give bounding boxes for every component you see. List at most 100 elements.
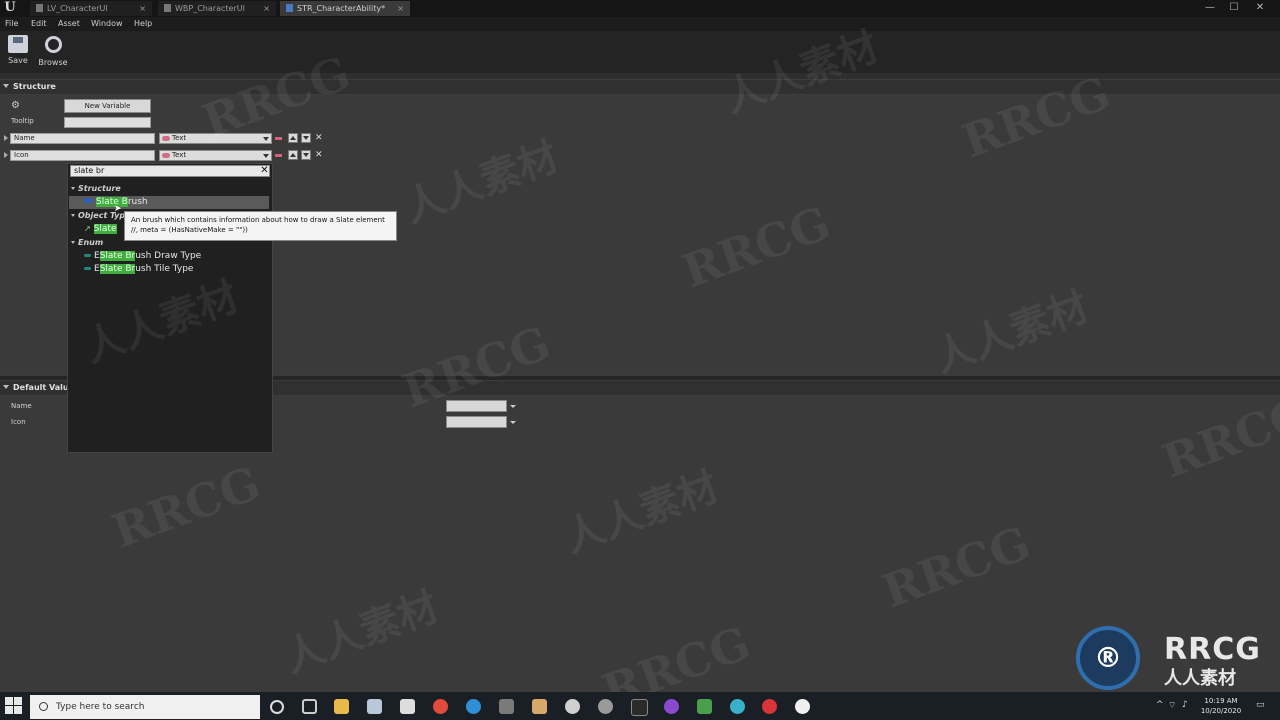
- tab-close-icon[interactable]: ×: [263, 1, 270, 16]
- category-label: Structure: [78, 184, 121, 193]
- list-item-slate-brush[interactable]: Slate Brush: [69, 196, 269, 209]
- text-type-pin-icon: [162, 136, 170, 141]
- list-item-eslate-brush-draw-type[interactable]: ESlate Brush Draw Type: [84, 251, 201, 261]
- move-down-button[interactable]: [301, 133, 311, 143]
- move-up-button[interactable]: [288, 133, 298, 143]
- tab-wbp-characterui[interactable]: WBP_CharacterUI ×: [158, 1, 276, 16]
- list-item-slate-object[interactable]: ↗ Slate: [84, 224, 117, 234]
- tray-chevron-icon[interactable]: ^: [1156, 700, 1164, 710]
- app-icon[interactable]: [664, 699, 679, 714]
- menu-file[interactable]: File: [5, 17, 18, 31]
- default-name-label: Name: [11, 402, 32, 410]
- tooltip-field[interactable]: [64, 117, 151, 128]
- collapse-arrow-icon: [71, 187, 75, 190]
- chrome-icon[interactable]: [433, 699, 448, 714]
- item-text-suffix: ush Tile Type: [135, 264, 194, 274]
- music-icon[interactable]: [565, 699, 580, 714]
- category-structure[interactable]: Structure: [71, 184, 121, 193]
- item-text-highlight: Slate B: [96, 197, 128, 207]
- clock-time: 10:19 AM: [1204, 697, 1238, 705]
- item-text-suffix: rush: [127, 197, 148, 207]
- app-icon[interactable]: [598, 699, 613, 714]
- app-icon[interactable]: [697, 699, 712, 714]
- clock-date: 10/20/2020: [1200, 707, 1242, 715]
- app-icon[interactable]: [730, 699, 745, 714]
- notifications-icon[interactable]: ▭: [1256, 700, 1265, 710]
- list-item-eslate-brush-tile-type[interactable]: ESlate Brush Tile Type: [84, 264, 193, 274]
- variable-type-label: Text: [172, 134, 187, 142]
- tab-label: LV_CharacterUI: [47, 4, 108, 13]
- volume-icon[interactable]: ♪: [1182, 700, 1188, 710]
- type-search-input[interactable]: slate br: [70, 165, 270, 177]
- task-view-icon[interactable]: [302, 699, 317, 714]
- default-name-value[interactable]: [446, 400, 507, 412]
- delete-variable-icon[interactable]: ✕: [315, 150, 323, 160]
- item-text-prefix: E: [94, 264, 100, 274]
- category-enum[interactable]: Enum: [71, 238, 103, 247]
- tab-close-icon[interactable]: ×: [397, 1, 404, 16]
- file-explorer-icon[interactable]: [334, 699, 349, 714]
- move-up-button[interactable]: [288, 150, 298, 160]
- maximize-button[interactable]: ☐: [1222, 0, 1246, 16]
- menu-window[interactable]: Window: [91, 17, 123, 31]
- close-window-button[interactable]: ✕: [1248, 0, 1272, 16]
- browse-label: Browse: [38, 58, 68, 67]
- unreal-logo-icon[interactable]: U: [2, 0, 18, 16]
- taskbar-clock[interactable]: 10:19 AM 10/20/2020: [1196, 696, 1246, 716]
- variable-type-combo[interactable]: Text: [159, 150, 272, 161]
- type-tooltip: An brush which contains information abou…: [124, 211, 397, 241]
- variable-type-combo[interactable]: Text: [159, 133, 272, 144]
- app-icon[interactable]: [532, 699, 547, 714]
- store-icon[interactable]: [400, 699, 415, 714]
- edge-icon[interactable]: [466, 699, 481, 714]
- dropdown-arrow-icon[interactable]: [510, 421, 516, 424]
- expand-row-icon[interactable]: [4, 135, 8, 141]
- tab-str-characterability[interactable]: STR_CharacterAbility* ×: [280, 1, 410, 16]
- cortana-icon[interactable]: [270, 700, 284, 714]
- unreal-engine-taskbar-icon[interactable]: [795, 699, 810, 714]
- dropdown-arrow-icon[interactable]: [510, 405, 516, 408]
- default-icon-value[interactable]: [446, 416, 507, 428]
- save-label: Save: [8, 56, 28, 65]
- rrcg-logo: ® RRCG 人人素材: [1076, 626, 1276, 690]
- menu-edit[interactable]: Edit: [31, 17, 47, 31]
- menu-bar: [0, 17, 1280, 31]
- app-icon[interactable]: [499, 699, 514, 714]
- tab-label: STR_CharacterAbility*: [297, 4, 386, 13]
- new-variable-button[interactable]: New Variable: [64, 99, 151, 113]
- struct-doc-icon: [286, 4, 293, 12]
- clear-search-icon[interactable]: ✕: [259, 165, 270, 177]
- tab-close-icon[interactable]: ×: [139, 1, 146, 16]
- expand-row-icon[interactable]: [4, 152, 8, 158]
- toolbar-divider: [0, 73, 1280, 79]
- network-icon[interactable]: ⌔: [1168, 700, 1176, 711]
- app-icon[interactable]: [367, 699, 382, 714]
- minimize-button[interactable]: —: [1198, 0, 1222, 16]
- container-type-icon[interactable]: [275, 154, 282, 157]
- object-type-icon: ↗: [84, 224, 91, 233]
- epic-games-icon[interactable]: [631, 699, 648, 716]
- app-icon[interactable]: [762, 699, 777, 714]
- arrow-up-icon: [290, 153, 296, 157]
- save-icon: [8, 35, 28, 53]
- widget-doc-icon: [164, 4, 171, 12]
- variable-name-field[interactable]: Name: [10, 133, 155, 144]
- structure-header[interactable]: Structure: [0, 80, 1280, 94]
- rrcg-logo-text: RRCG: [1164, 632, 1261, 667]
- save-button[interactable]: Save: [1, 33, 35, 71]
- menu-asset[interactable]: Asset: [58, 17, 80, 31]
- dropdown-arrow-icon: [263, 137, 269, 141]
- variable-name-field[interactable]: Icon: [10, 150, 155, 161]
- delete-variable-icon[interactable]: ✕: [315, 133, 323, 143]
- browse-button[interactable]: Browse: [36, 33, 70, 71]
- rrcg-logo-subtext: 人人素材: [1164, 668, 1236, 689]
- taskbar-search-input[interactable]: Type here to search: [30, 695, 260, 719]
- toolbar: [0, 31, 1280, 73]
- level-doc-icon: [36, 4, 43, 12]
- tab-lv-characterui[interactable]: LV_CharacterUI ×: [30, 1, 152, 16]
- move-down-button[interactable]: [301, 150, 311, 160]
- container-type-icon[interactable]: [275, 137, 282, 140]
- windows-start-icon[interactable]: [4, 696, 24, 716]
- menu-help[interactable]: Help: [134, 17, 152, 31]
- tooltip-line: An brush which contains information abou…: [131, 216, 385, 224]
